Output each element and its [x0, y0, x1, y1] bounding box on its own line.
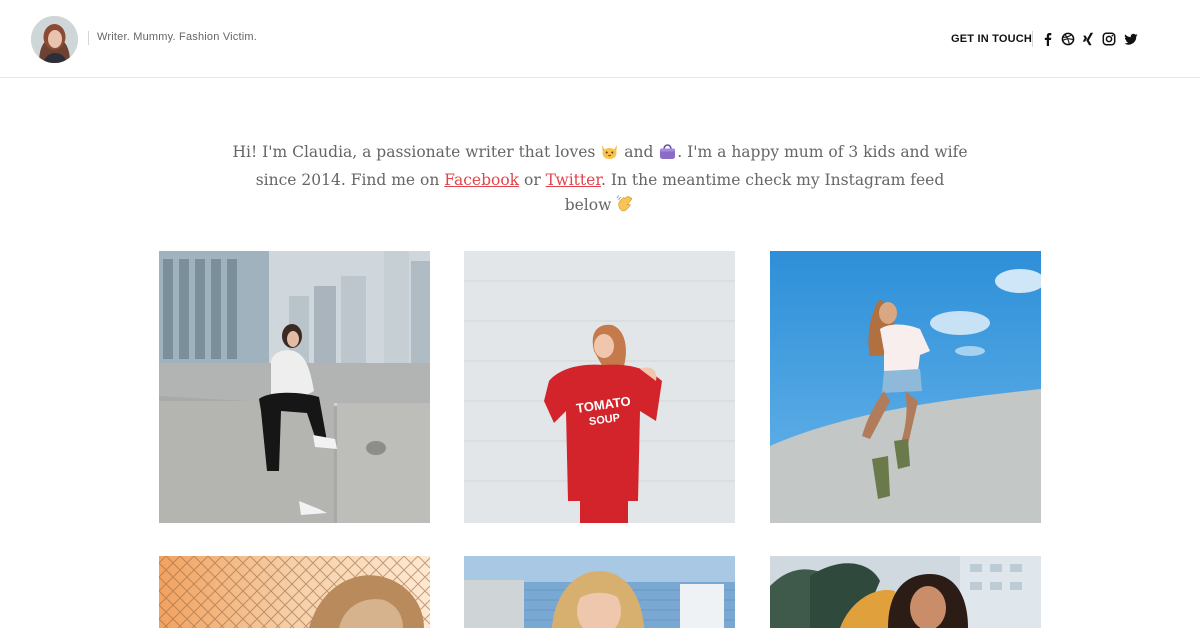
facebook-link[interactable]: Facebook — [444, 171, 519, 189]
instagram-photo-3[interactable] — [770, 251, 1041, 523]
get-in-touch-link[interactable]: GET IN TOUCH — [951, 33, 1032, 45]
wave-emoji — [616, 194, 635, 221]
twitter-link[interactable]: Twitter — [546, 171, 601, 189]
dribbble-icon[interactable] — [1061, 32, 1075, 46]
instagram-photo-4[interactable] — [159, 556, 430, 628]
instagram-icon[interactable] — [1102, 32, 1116, 46]
header-divider-right — [1032, 31, 1033, 47]
intro-part-2: and — [619, 143, 659, 161]
site-header: Writer. Mummy. Fashion Victim. GET IN TO… — [0, 0, 1200, 78]
intro-part-1: Hi! I'm Claudia, a passionate writer tha… — [232, 143, 601, 161]
xing-icon[interactable] — [1081, 32, 1095, 46]
cat-emoji — [600, 142, 619, 168]
header-divider — [88, 31, 89, 45]
avatar[interactable] — [31, 16, 78, 63]
facebook-icon[interactable] — [1041, 32, 1055, 46]
site-tagline: Writer. Mummy. Fashion Victim. — [97, 31, 258, 43]
instagram-photo-1[interactable] — [159, 251, 430, 523]
instagram-photo-5[interactable] — [464, 556, 735, 628]
handbag-emoji — [658, 142, 677, 168]
instagram-photo-2[interactable]: TOMATO SOUP — [464, 251, 735, 523]
twitter-icon[interactable] — [1124, 32, 1138, 46]
intro-part-4: or — [519, 171, 546, 189]
intro-text: Hi! I'm Claudia, a passionate writer tha… — [230, 140, 970, 221]
instagram-photo-6[interactable] — [770, 556, 1041, 628]
